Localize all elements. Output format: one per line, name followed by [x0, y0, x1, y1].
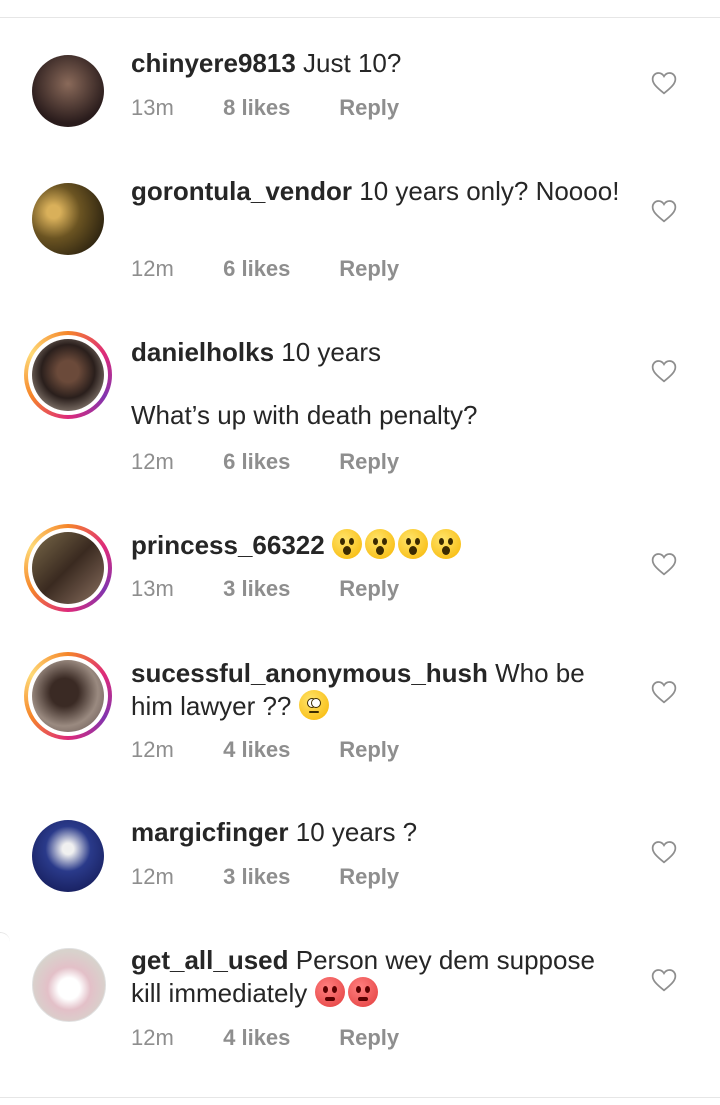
reply-button[interactable]: Reply [339, 256, 399, 282]
username[interactable]: princess_66322 [131, 530, 325, 560]
comment-meta: 13m 3 likes Reply [131, 576, 399, 602]
timestamp: 12m [131, 256, 174, 281]
avatar[interactable] [24, 47, 112, 135]
username[interactable]: margicfinger [131, 817, 289, 847]
username[interactable]: get_all_used [131, 945, 289, 975]
avatar-story-ring[interactable] [24, 524, 112, 612]
comment-body: 10 years [281, 337, 382, 367]
comment-meta: 12m 6 likes Reply [131, 449, 399, 475]
comment-text: danielholks 10 years What’s up with deat… [131, 336, 631, 432]
reply-button[interactable]: Reply [339, 576, 399, 602]
astonished-emoji-icon [397, 529, 428, 559]
heart-outline-icon[interactable] [651, 199, 677, 223]
reply-button[interactable]: Reply [339, 864, 399, 890]
comment-body: 10 years only? Noooo! [359, 176, 620, 206]
avatar-story-ring[interactable] [24, 331, 112, 419]
astonished-emoji-icon [331, 529, 362, 559]
comment-text: chinyere9813 Just 10? [131, 47, 631, 80]
avatar[interactable] [24, 940, 112, 1028]
comment-text: get_all_used Person wey dem suppose kill… [131, 944, 631, 1010]
avatar[interactable] [24, 812, 112, 900]
likes-count[interactable]: 3 likes [223, 576, 333, 602]
top-divider [0, 17, 720, 18]
timestamp: 13m [131, 576, 174, 601]
likes-count[interactable]: 6 likes [223, 256, 333, 282]
comment-body: Just 10? [303, 48, 402, 78]
comment-meta: 12m 6 likes Reply [131, 256, 399, 282]
comment-body: 10 years ? [295, 817, 418, 847]
reply-button[interactable]: Reply [339, 1025, 399, 1051]
bottom-divider [0, 1097, 720, 1098]
heart-outline-icon[interactable] [651, 840, 677, 864]
reply-button[interactable]: Reply [339, 737, 399, 763]
comment-meta: 12m 4 likes Reply [131, 737, 399, 763]
username[interactable]: chinyere9813 [131, 48, 296, 78]
comment-text: sucessful_anonymous_hush Who be him lawy… [131, 657, 631, 723]
timestamp: 12m [131, 737, 174, 762]
reply-button[interactable]: Reply [339, 449, 399, 475]
avatar-story-ring[interactable] [24, 652, 112, 740]
likes-count[interactable]: 8 likes [223, 95, 333, 121]
heart-outline-icon[interactable] [651, 552, 677, 576]
comment-text: margicfinger 10 years ? [131, 816, 631, 849]
timestamp: 13m [131, 95, 174, 120]
heart-outline-icon[interactable] [651, 71, 677, 95]
astonished-emoji-icon [430, 529, 461, 559]
timestamp: 12m [131, 1025, 174, 1050]
avatar[interactable] [24, 175, 112, 263]
likes-count[interactable]: 4 likes [223, 1025, 333, 1051]
angry-emoji-icon [314, 977, 345, 1007]
heart-outline-icon[interactable] [651, 968, 677, 992]
likes-count[interactable]: 4 likes [223, 737, 333, 763]
flushed-emoji-icon [298, 690, 329, 720]
comment-text: gorontula_vendor 10 years only? Noooo! [131, 175, 631, 208]
comment-text: princess_66322 [131, 529, 631, 562]
heart-outline-icon[interactable] [651, 680, 677, 704]
timestamp: 12m [131, 449, 174, 474]
astonished-emoji-icon [364, 529, 395, 559]
username[interactable]: gorontula_vendor [131, 176, 352, 206]
comment-meta: 13m 8 likes Reply [131, 95, 399, 121]
heart-outline-icon[interactable] [651, 359, 677, 383]
timestamp: 12m [131, 864, 174, 889]
edge-divider [0, 932, 10, 963]
comment-body-paragraph: What’s up with death penalty? [131, 400, 478, 430]
comment-meta: 12m 4 likes Reply [131, 1025, 399, 1051]
username[interactable]: danielholks [131, 337, 274, 367]
comment-meta: 12m 3 likes Reply [131, 864, 399, 890]
username[interactable]: sucessful_anonymous_hush [131, 658, 488, 688]
likes-count[interactable]: 3 likes [223, 864, 333, 890]
reply-button[interactable]: Reply [339, 95, 399, 121]
angry-emoji-icon [347, 977, 378, 1007]
likes-count[interactable]: 6 likes [223, 449, 333, 475]
